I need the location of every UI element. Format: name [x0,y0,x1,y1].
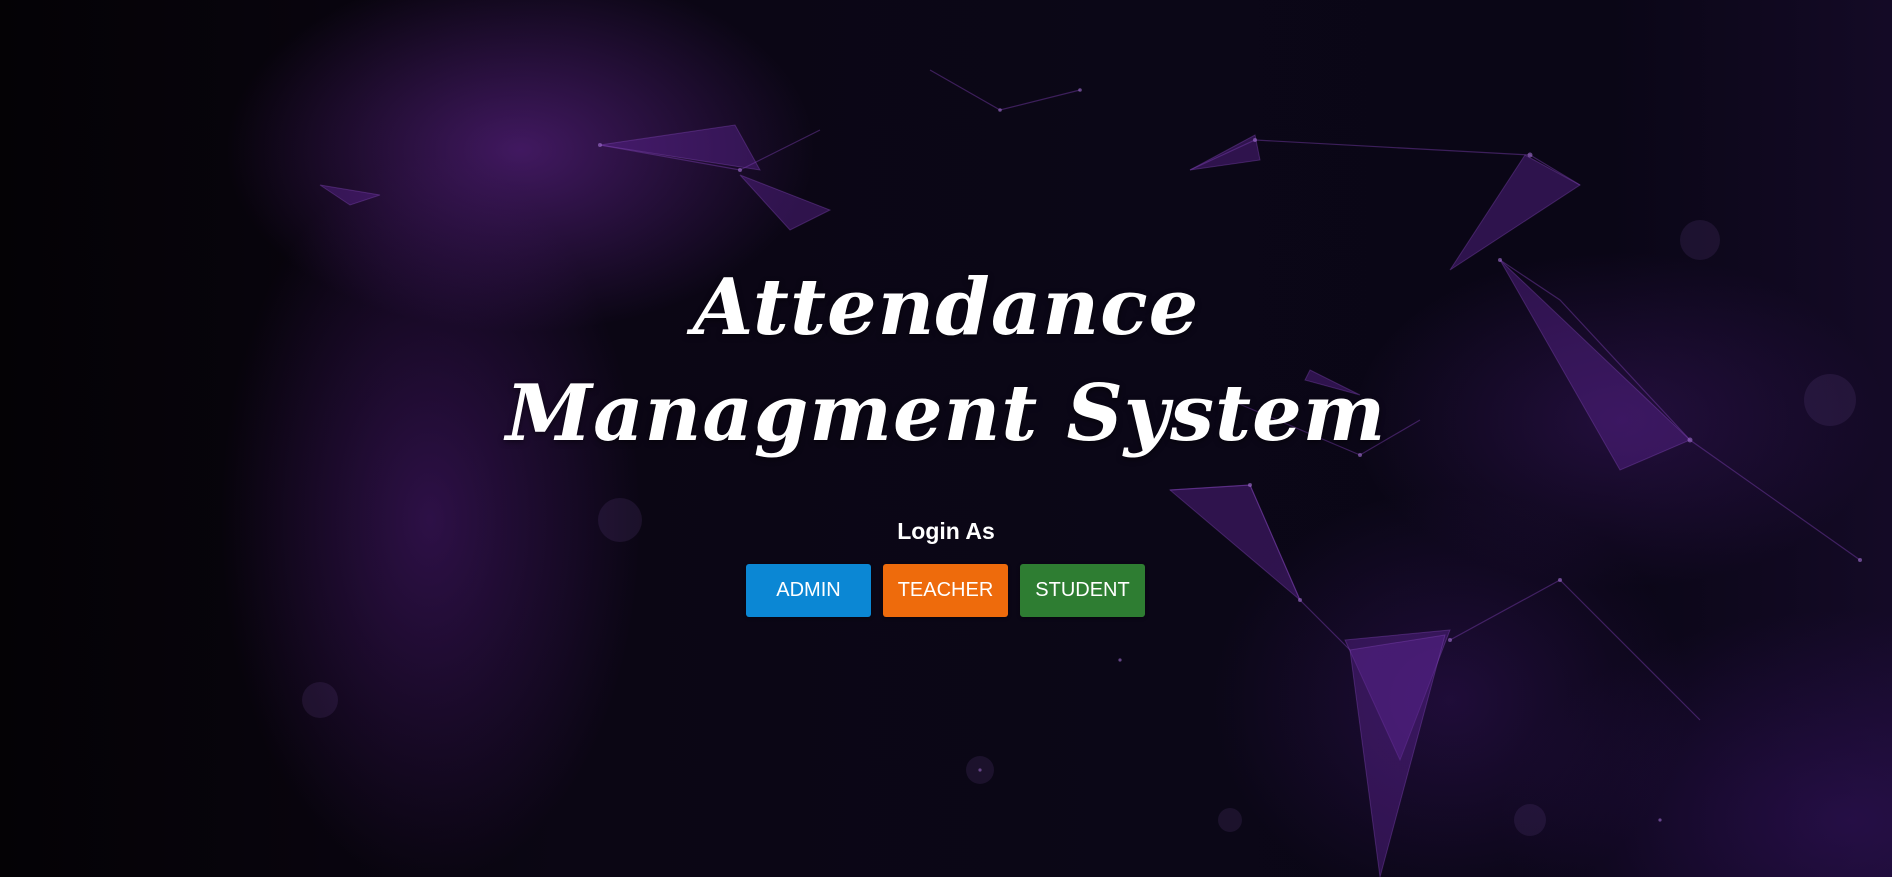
admin-login-button[interactable]: ADMIN [746,564,871,617]
login-as-label: Login As [897,518,995,544]
page: Attendance Managment System Login As ADM… [0,0,1892,877]
hero-section: Attendance Managment System Login As ADM… [0,0,1892,877]
student-login-button[interactable]: STUDENT [1020,564,1145,617]
teacher-login-button[interactable]: TEACHER [883,564,1008,617]
page-title: Attendance Managment System [505,262,1387,459]
login-role-buttons: ADMIN TEACHER STUDENT [746,564,1145,617]
